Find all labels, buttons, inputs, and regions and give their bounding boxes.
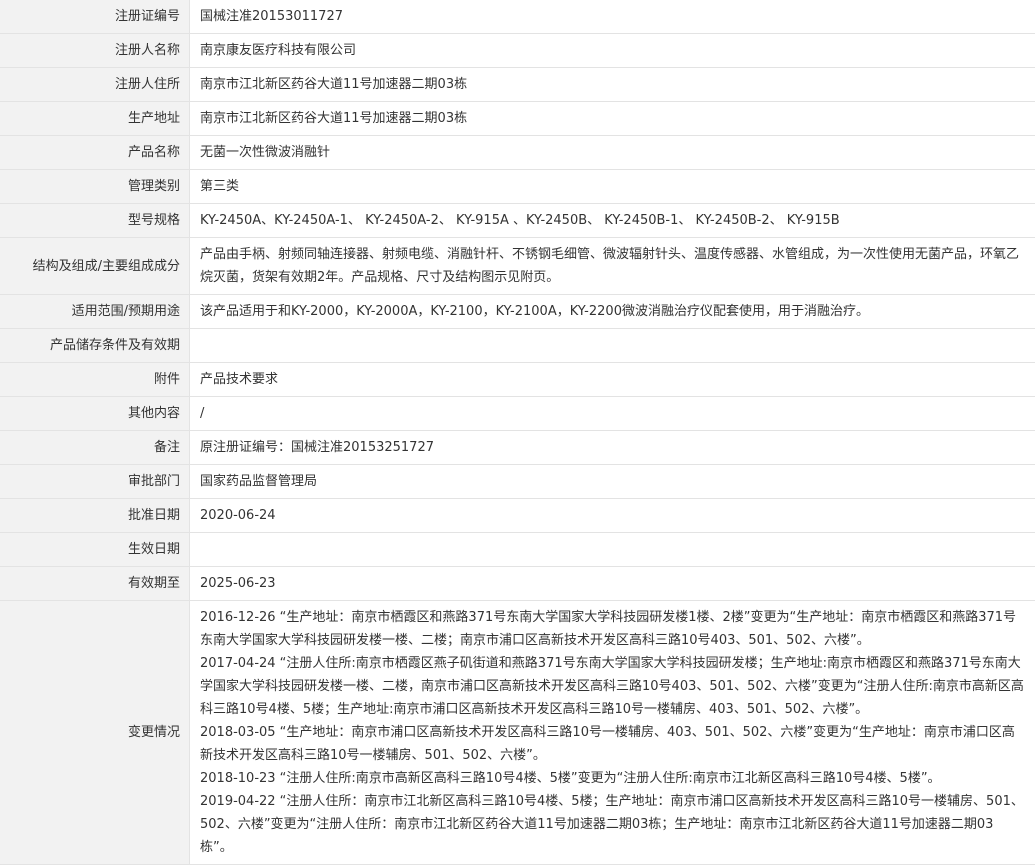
field-value: 南京康友医疗科技有限公司 — [190, 34, 1035, 68]
field-label: 备注 — [0, 431, 190, 465]
detail-row: 管理类别第三类 — [0, 170, 1035, 204]
field-value: 国家药品监督管理局 — [190, 465, 1035, 499]
field-label: 审批部门 — [0, 465, 190, 499]
detail-row: 适用范围/预期用途该产品适用于和KY-2000，KY-2000A，KY-2100… — [0, 295, 1035, 329]
detail-row: 产品名称无菌一次性微波消融针 — [0, 136, 1035, 170]
field-value: 2025-06-23 — [190, 567, 1035, 601]
field-label: 结构及组成/主要组成成分 — [0, 238, 190, 295]
field-label: 产品名称 — [0, 136, 190, 170]
detail-row: 附件产品技术要求 — [0, 363, 1035, 397]
detail-row: 其他内容/ — [0, 397, 1035, 431]
registration-detail-body: 注册证编号国械注准20153011727注册人名称南京康友医疗科技有限公司注册人… — [0, 0, 1035, 865]
change-history-row: 变更情况2016-12-26 “生产地址：南京市栖霞区和燕路371号东南大学国家… — [0, 601, 1035, 865]
detail-row: 审批部门国家药品监督管理局 — [0, 465, 1035, 499]
field-value: 产品技术要求 — [190, 363, 1035, 397]
change-history-label: 变更情况 — [0, 601, 190, 865]
detail-row: 生产地址南京市江北新区药谷大道11号加速器二期03栋 — [0, 102, 1035, 136]
field-label: 注册人名称 — [0, 34, 190, 68]
detail-row: 产品储存条件及有效期 — [0, 329, 1035, 363]
field-value: KY-2450A、KY-2450A-1、 KY-2450A-2、 KY-915A… — [190, 204, 1035, 238]
field-value: 产品由手柄、射频同轴连接器、射频电缆、消融针杆、不锈钢毛细管、微波辐射针头、温度… — [190, 238, 1035, 295]
detail-row: 型号规格KY-2450A、KY-2450A-1、 KY-2450A-2、 KY-… — [0, 204, 1035, 238]
field-label: 生效日期 — [0, 533, 190, 567]
change-history-list: 2016-12-26 “生产地址：南京市栖霞区和燕路371号东南大学国家大学科技… — [190, 601, 1035, 865]
field-value: 第三类 — [190, 170, 1035, 204]
detail-row: 生效日期 — [0, 533, 1035, 567]
field-value: 南京市江北新区药谷大道11号加速器二期03栋 — [190, 68, 1035, 102]
detail-row: 备注原注册证编号：国械注准20153251727 — [0, 431, 1035, 465]
field-value — [190, 533, 1035, 567]
change-entry: 2019-04-22 “注册人住所：南京市江北新区高科三路10号4楼、5楼；生产… — [200, 790, 1025, 859]
field-value: 无菌一次性微波消融针 — [190, 136, 1035, 170]
change-entry: 2018-03-05 “生产地址：南京市浦口区高新技术开发区高科三路10号一楼辅… — [200, 721, 1025, 767]
field-value: / — [190, 397, 1035, 431]
field-label: 生产地址 — [0, 102, 190, 136]
detail-row: 注册人住所南京市江北新区药谷大道11号加速器二期03栋 — [0, 68, 1035, 102]
field-value: 国械注准20153011727 — [190, 0, 1035, 34]
field-label: 注册证编号 — [0, 0, 190, 34]
change-entry: 2016-12-26 “生产地址：南京市栖霞区和燕路371号东南大学国家大学科技… — [200, 606, 1025, 652]
field-label: 批准日期 — [0, 499, 190, 533]
detail-row: 有效期至2025-06-23 — [0, 567, 1035, 601]
field-value: 该产品适用于和KY-2000，KY-2000A，KY-2100，KY-2100A… — [190, 295, 1035, 329]
detail-row: 注册人名称南京康友医疗科技有限公司 — [0, 34, 1035, 68]
detail-row: 注册证编号国械注准20153011727 — [0, 0, 1035, 34]
field-label: 注册人住所 — [0, 68, 190, 102]
field-label: 附件 — [0, 363, 190, 397]
field-value: 南京市江北新区药谷大道11号加速器二期03栋 — [190, 102, 1035, 136]
field-value — [190, 329, 1035, 363]
field-label: 其他内容 — [0, 397, 190, 431]
change-entry: 2017-04-24 “注册人住所:南京市栖霞区燕子矶街道和燕路371号东南大学… — [200, 652, 1025, 721]
field-label: 管理类别 — [0, 170, 190, 204]
field-value: 原注册证编号：国械注准20153251727 — [190, 431, 1035, 465]
field-label: 适用范围/预期用途 — [0, 295, 190, 329]
field-label: 产品储存条件及有效期 — [0, 329, 190, 363]
registration-detail-table: 注册证编号国械注准20153011727注册人名称南京康友医疗科技有限公司注册人… — [0, 0, 1035, 865]
detail-row: 结构及组成/主要组成成分产品由手柄、射频同轴连接器、射频电缆、消融针杆、不锈钢毛… — [0, 238, 1035, 295]
field-label: 有效期至 — [0, 567, 190, 601]
change-entry: 2018-10-23 “注册人住所:南京市高新区高科三路10号4楼、5楼”变更为… — [200, 767, 1025, 790]
field-label: 型号规格 — [0, 204, 190, 238]
field-value: 2020-06-24 — [190, 499, 1035, 533]
detail-row: 批准日期2020-06-24 — [0, 499, 1035, 533]
